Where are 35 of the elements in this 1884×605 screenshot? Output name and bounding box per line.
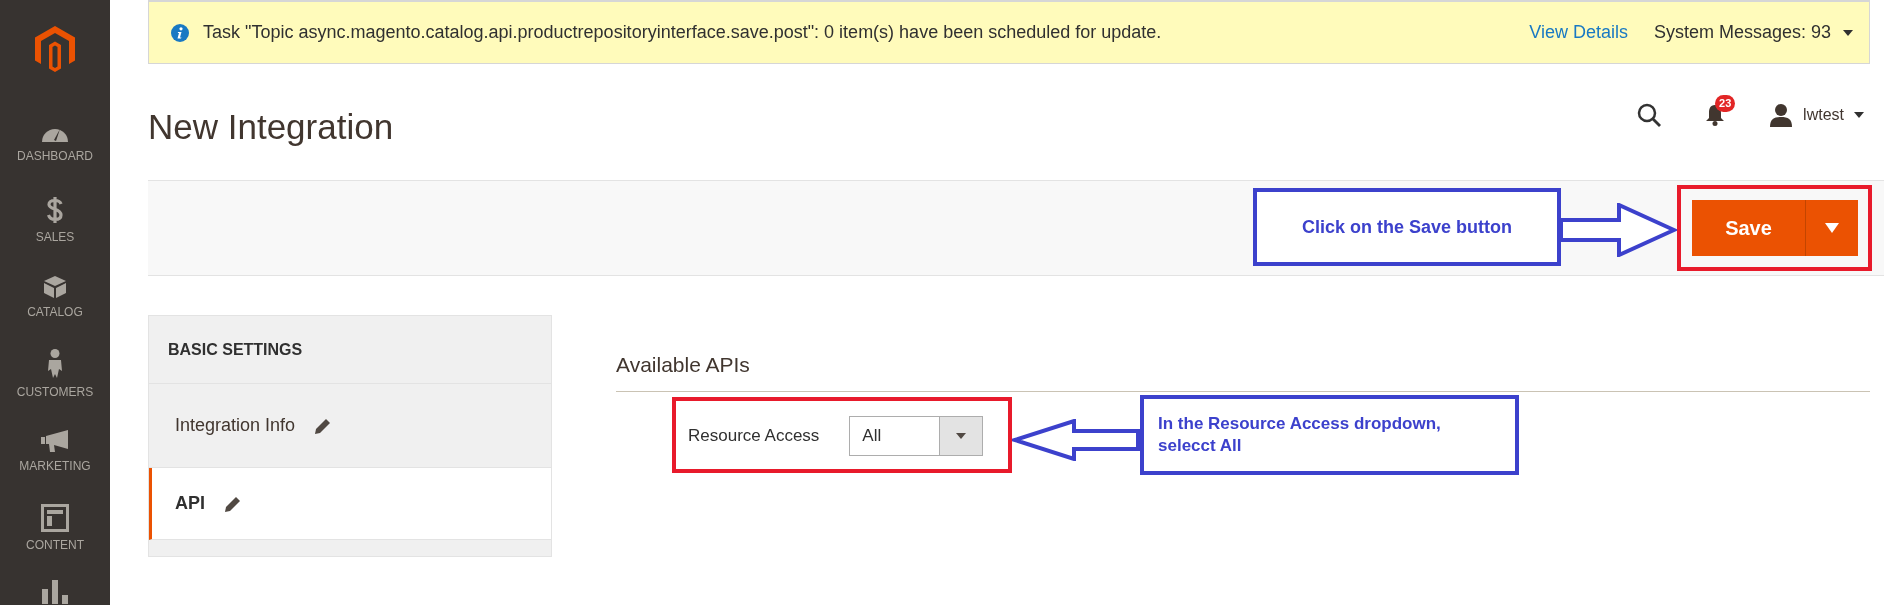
field-label: Resource Access [688, 426, 820, 446]
nav-item[interactable]: CATALOG [0, 258, 110, 335]
system-messages-dropdown[interactable]: System Messages: 93 [1653, 22, 1853, 43]
nav-item[interactable]: SALES [0, 181, 110, 258]
info-icon [171, 23, 189, 42]
search-icon[interactable] [1637, 103, 1662, 127]
dollar-icon [46, 195, 64, 224]
pencil-icon [315, 417, 332, 434]
nav-item[interactable]: DASHBOARD [0, 104, 110, 181]
caret-icon [1825, 223, 1839, 233]
person-icon [47, 348, 63, 379]
page-title: New Integration [148, 107, 394, 147]
nav-item[interactable]: CUSTOMERS [0, 335, 110, 412]
caret-icon [956, 433, 967, 439]
box-icon [43, 274, 67, 299]
logo-icon[interactable] [35, 26, 75, 72]
panel-title: BASIC SETTINGS [149, 316, 551, 384]
megaphone-icon [41, 428, 69, 453]
save-options-button[interactable] [1806, 200, 1858, 256]
settings-tab[interactable]: API [149, 468, 551, 540]
user-menu[interactable]: lwtest [1769, 103, 1864, 127]
callout-note: Click on the Save button [1253, 188, 1561, 266]
pencil-icon [225, 495, 241, 512]
save-button[interactable]: Save [1692, 200, 1806, 256]
layout-icon [41, 503, 69, 532]
nav-item[interactable]: CONTENT [0, 489, 110, 566]
nav-item[interactable]: MARKETING [0, 412, 110, 489]
bar-chart-icon [42, 580, 68, 604]
resource-access-dropdown[interactable]: All [849, 416, 984, 456]
message-text: Task "Topic async.magento.catalog.api.productrepositoryinterface.save.post": 0 item(s) have been scheduled for update. [203, 22, 1163, 43]
notification-count: 23 [1715, 95, 1736, 112]
user-icon [1769, 103, 1794, 127]
callout-note: In the Resource Access dropdown, selecct All [1140, 395, 1519, 475]
view-details-link[interactable]: View Details [1529, 22, 1628, 43]
section-title: Available APIs [616, 353, 1870, 392]
